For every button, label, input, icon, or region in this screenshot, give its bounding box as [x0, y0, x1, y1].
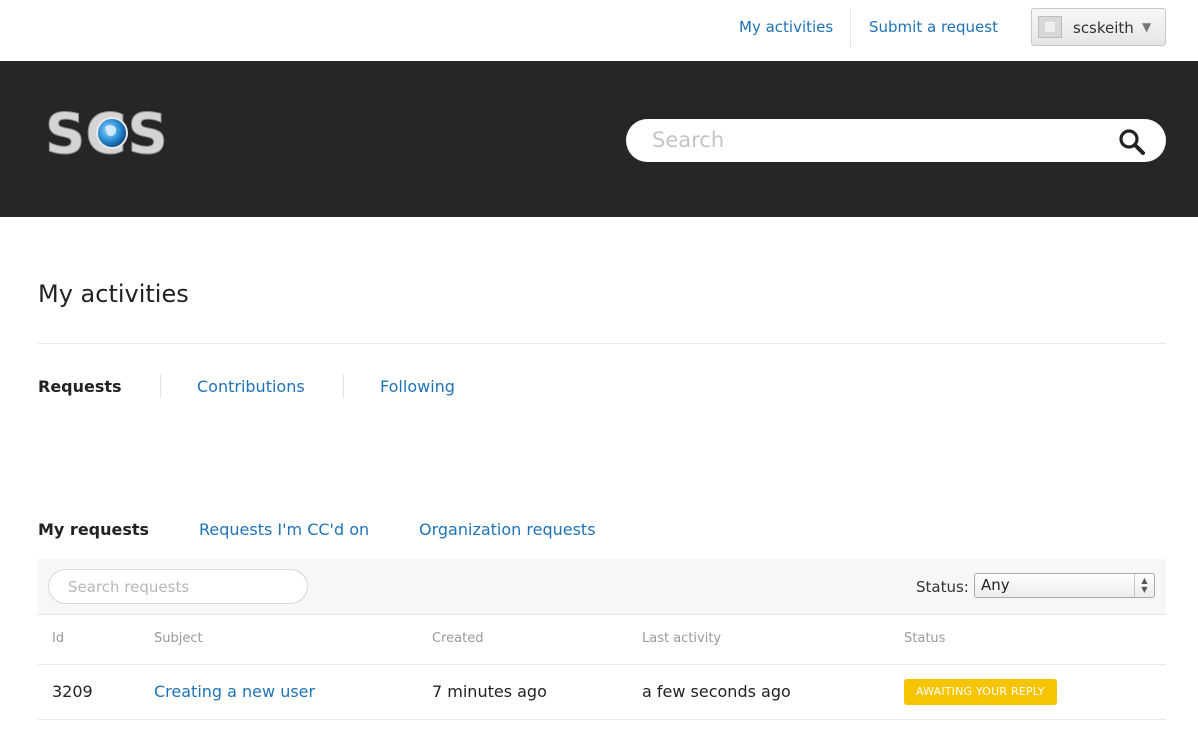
status-filter-label: Status:	[916, 578, 969, 596]
tab-contributions[interactable]: Contributions	[197, 377, 305, 396]
column-header-id[interactable]: Id	[52, 631, 64, 646]
top-bar: My activities Submit a request scskeith …	[0, 0, 1198, 61]
column-header-created[interactable]: Created	[432, 631, 483, 646]
user-name: scskeith	[1073, 19, 1134, 37]
global-search	[626, 119, 1166, 162]
request-id: 3209	[52, 682, 93, 701]
search-input[interactable]	[650, 125, 1110, 155]
column-header-last-activity[interactable]: Last activity	[642, 631, 721, 646]
divider	[38, 343, 1166, 344]
page-title: My activities	[38, 280, 189, 308]
filter-bar: Status: Any ▲▼	[38, 559, 1166, 615]
status-select-value: Any	[981, 576, 1010, 594]
status-badge: AWAITING YOUR REPLY	[904, 679, 1057, 705]
tab-my-requests[interactable]: My requests	[38, 520, 149, 539]
request-search-box	[48, 569, 308, 604]
select-arrows-icon: ▲ ▼	[1134, 574, 1154, 597]
submit-request-link[interactable]: Submit a request	[869, 18, 998, 36]
header: SCS	[0, 61, 1198, 217]
column-header-status[interactable]: Status	[904, 631, 945, 646]
request-last-activity: a few seconds ago	[642, 682, 791, 701]
caret-down-icon: ▼	[1142, 20, 1152, 34]
avatar	[1038, 16, 1062, 38]
request-subject-link[interactable]: Creating a new user	[154, 682, 315, 701]
request-search-input[interactable]	[66, 576, 296, 598]
tab-ccd-requests[interactable]: Requests I'm CC'd on	[199, 520, 369, 539]
tab-separator	[343, 374, 344, 398]
tab-organization-requests[interactable]: Organization requests	[419, 520, 596, 539]
search-icon[interactable]	[1118, 128, 1146, 156]
logo[interactable]: SCS	[45, 102, 175, 168]
status-select[interactable]: Any ▲ ▼	[974, 573, 1155, 598]
table-divider	[38, 664, 1166, 665]
table-divider	[38, 719, 1166, 720]
column-header-subject[interactable]: Subject	[154, 631, 203, 646]
request-created: 7 minutes ago	[432, 682, 547, 701]
tab-separator	[160, 374, 161, 398]
my-activities-link[interactable]: My activities	[739, 18, 833, 36]
tab-requests[interactable]: Requests	[38, 377, 122, 396]
tab-following[interactable]: Following	[380, 377, 455, 396]
user-menu-button[interactable]: scskeith ▼	[1031, 8, 1166, 46]
nav-separator	[850, 8, 851, 47]
